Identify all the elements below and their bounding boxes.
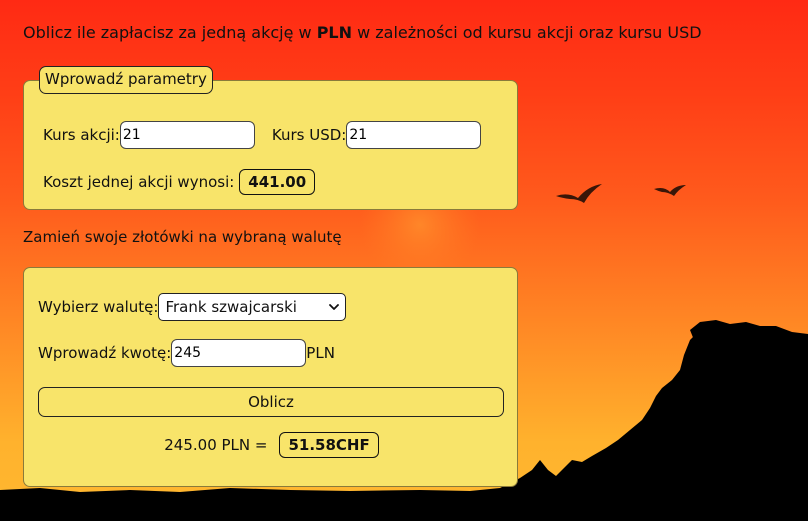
currency-select-row: Wybierz walutę: Frank szwajcarski (38, 293, 347, 321)
calculate-button[interactable]: Oblicz (38, 387, 504, 417)
headline-currency-bold: PLN (316, 23, 353, 42)
headline-text-end: w zależności od kursu akcji oraz kursu U… (352, 23, 702, 42)
conversion-result: 51.58CHF (279, 432, 379, 458)
currency-selected-value: Frank szwajcarski (165, 298, 297, 316)
amount-label: Wprowadź kwotę: (38, 344, 172, 362)
stock-price-row: Kurs akcji: Kurs USD: (43, 121, 482, 149)
currency-label: Wybierz walutę: (38, 298, 159, 316)
currency-section-heading: Zamień swoje złotówki na wybraną walutę (23, 228, 342, 246)
amount-input[interactable] (171, 339, 307, 367)
cost-label: Koszt jednej akcji wynosi: (43, 173, 235, 191)
stock-price-label: Kurs akcji: (43, 126, 120, 144)
amount-unit: PLN (306, 344, 335, 362)
cost-result: 441.00 (239, 169, 316, 195)
birds (556, 184, 686, 203)
cost-row: Koszt jednej akcji wynosi: 441.00 (43, 169, 316, 195)
bird-left (556, 184, 602, 203)
amount-row: Wprowadź kwotę: PLN (38, 339, 335, 367)
conversion-source: 245.00 PLN = (164, 436, 268, 454)
usd-rate-input[interactable] (346, 121, 482, 149)
stock-price-input[interactable] (119, 121, 255, 149)
headline-text-start: Oblicz ile zapłacisz za jedną akcję w (23, 23, 317, 42)
currency-select[interactable]: Frank szwajcarski (158, 293, 347, 321)
usd-rate-label: Kurs USD: (271, 126, 347, 144)
currency-panel: Wybierz walutę: Frank szwajcarski Wprowa… (23, 267, 518, 487)
page-headline: Oblicz ile zapłacisz za jedną akcję w PL… (23, 23, 702, 42)
parameters-legend: Wprowadź parametry (39, 66, 213, 94)
parameters-panel: Wprowadź parametry Kurs akcji: Kurs USD:… (23, 66, 518, 210)
chevron-down-icon (329, 303, 340, 310)
bird-right (654, 185, 686, 196)
conversion-result-line: 245.00 PLN = 51.58CHF (24, 432, 519, 458)
